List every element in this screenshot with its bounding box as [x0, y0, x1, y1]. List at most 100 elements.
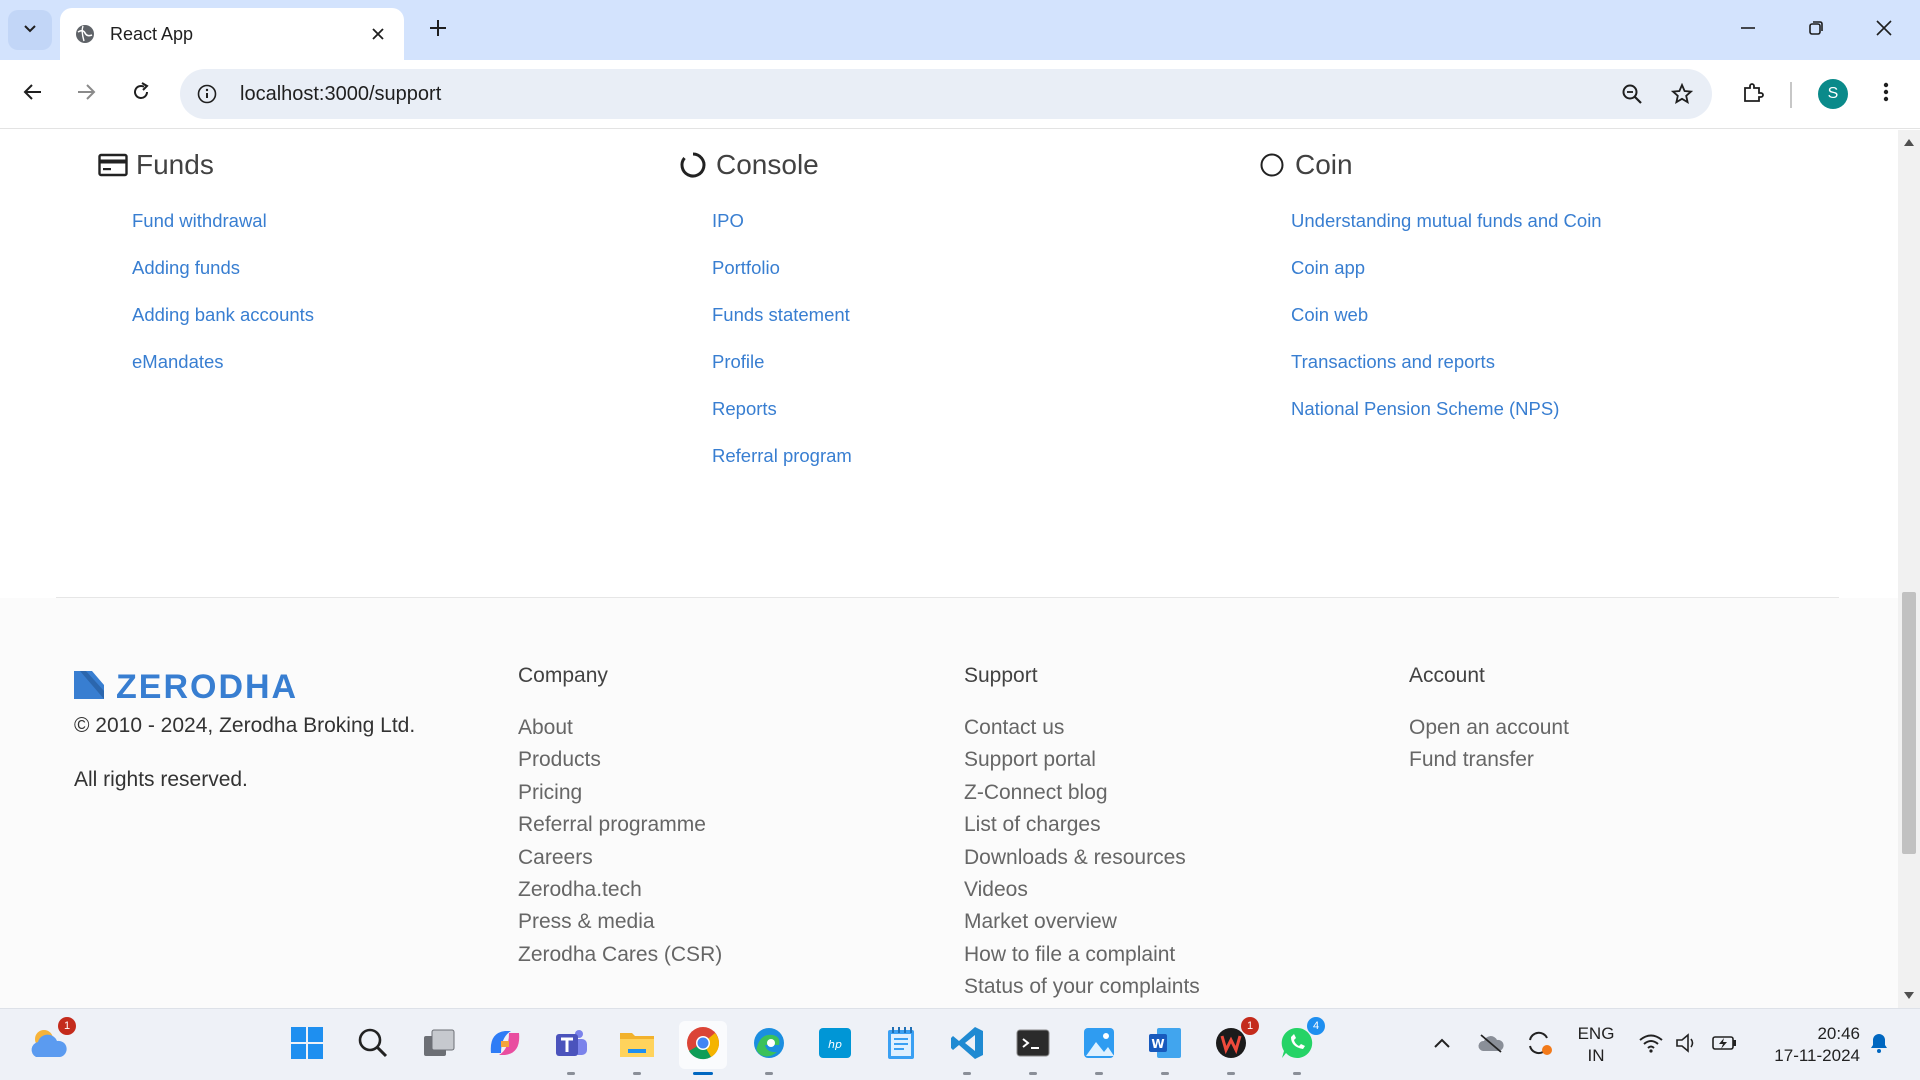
footer-link[interactable]: Support portal [964, 744, 1200, 776]
chrome-app[interactable] [679, 1021, 727, 1075]
wps-app[interactable]: 1 [1207, 1017, 1259, 1075]
coin-link[interactable]: Coin app [1291, 257, 1602, 304]
windows-taskbar: 1 hp W 1 4 ENG IN 20:46 17-11-2024 [0, 1008, 1920, 1080]
scrollbar-thumb[interactable] [1902, 592, 1916, 854]
funds-heading: Funds [98, 148, 214, 182]
address-bar[interactable]: localhost:3000/support [180, 69, 1712, 119]
running-indicator [1029, 1072, 1037, 1075]
edge-app[interactable] [745, 1021, 793, 1075]
zerodha-logo[interactable]: ZERODHA [74, 668, 298, 707]
word-icon: W [1147, 1025, 1183, 1066]
footer-link[interactable]: Careers [518, 842, 722, 874]
whatsapp-app[interactable]: 4 [1273, 1017, 1325, 1075]
coin-link[interactable]: Understanding mutual funds and Coin [1291, 210, 1602, 257]
forward-button[interactable] [66, 74, 106, 114]
vscode-app[interactable] [943, 1021, 991, 1075]
scroll-up-arrow-icon[interactable] [1903, 136, 1915, 148]
coin-link[interactable]: Coin web [1291, 304, 1602, 351]
copilot-app[interactable] [481, 1021, 529, 1069]
footer-link[interactable]: Status of your complaints [964, 971, 1200, 1003]
notepad-app[interactable] [877, 1021, 925, 1069]
terminal-app[interactable] [1009, 1021, 1057, 1075]
console-link[interactable]: Portfolio [712, 257, 852, 304]
system-clock[interactable]: 20:46 17-11-2024 [1754, 1023, 1860, 1067]
file-explorer-app[interactable] [613, 1021, 661, 1075]
footer-link[interactable]: Z-Connect blog [964, 777, 1200, 809]
footer-link[interactable]: Zerodha Cares (CSR) [518, 939, 722, 971]
puzzle-icon [1742, 81, 1764, 108]
svg-text:hp: hp [828, 1038, 842, 1051]
site-info-icon[interactable] [194, 81, 220, 107]
wps-badge: 1 [1241, 1017, 1259, 1035]
coin-link[interactable]: Transactions and reports [1291, 351, 1602, 398]
footer-link[interactable]: Open an account [1409, 712, 1569, 744]
chevron-up-icon [1433, 1036, 1451, 1054]
footer-link[interactable]: Press & media [518, 906, 722, 938]
footer-link[interactable]: Market overview [964, 906, 1200, 938]
word-app[interactable]: W [1141, 1021, 1189, 1075]
browser-menu-button[interactable] [1870, 74, 1902, 114]
scroll-down-arrow-icon[interactable] [1903, 990, 1915, 1002]
zoom-icon[interactable] [1612, 74, 1652, 114]
close-window-button[interactable] [1854, 8, 1914, 52]
onedrive-tray[interactable] [1474, 1009, 1508, 1080]
tab-title: React App [110, 23, 194, 44]
copilot-icon [487, 1027, 523, 1064]
footer-link[interactable]: Zerodha.tech [518, 874, 722, 906]
funds-link[interactable]: Adding funds [132, 257, 314, 304]
footer-link[interactable]: Fund transfer [1409, 744, 1569, 776]
funds-link[interactable]: Fund withdrawal [132, 210, 314, 257]
coin-link[interactable]: National Pension Scheme (NPS) [1291, 398, 1602, 445]
edge-icon [751, 1025, 787, 1066]
notifications-button[interactable] [1864, 1009, 1894, 1080]
weather-widget[interactable]: 1 [24, 1017, 76, 1069]
page-scrollbar[interactable] [1898, 130, 1920, 1008]
profile-avatar[interactable]: S [1818, 79, 1848, 109]
console-link[interactable]: IPO [712, 210, 852, 257]
new-tab-button[interactable] [420, 12, 456, 48]
footer-link[interactable]: Contact us [964, 712, 1200, 744]
browser-tab[interactable]: React App [60, 8, 404, 60]
back-button[interactable] [13, 74, 53, 114]
footer-link[interactable]: List of charges [964, 809, 1200, 841]
myhp-icon: hp [817, 1026, 853, 1065]
footer-column-heading: Account [1409, 664, 1485, 687]
myhp-app[interactable]: hp [811, 1021, 859, 1069]
taskbar-search-button[interactable] [349, 1021, 397, 1069]
toolbar-separator [1790, 82, 1792, 108]
console-link[interactable]: Profile [712, 351, 852, 398]
wifi-tray[interactable] [1636, 1009, 1666, 1080]
show-hidden-icons-button[interactable] [1426, 1009, 1458, 1080]
input-language[interactable]: ENG IN [1576, 1023, 1616, 1067]
minimize-button[interactable] [1718, 8, 1778, 52]
footer-link[interactable]: About [518, 712, 722, 744]
footer-link[interactable]: Videos [964, 874, 1200, 906]
url-text[interactable]: localhost:3000/support [240, 83, 1612, 106]
funds-link[interactable]: Adding bank accounts [132, 304, 314, 351]
volume-tray[interactable] [1672, 1009, 1702, 1080]
battery-charging-icon [1711, 1034, 1739, 1057]
footer-link[interactable]: Pricing [518, 777, 722, 809]
photos-app[interactable] [1075, 1021, 1123, 1075]
funds-link[interactable]: eMandates [132, 351, 314, 398]
console-link[interactable]: Reports [712, 398, 852, 445]
footer-link[interactable]: Products [518, 744, 722, 776]
start-button[interactable] [283, 1021, 331, 1069]
restore-button[interactable] [1786, 8, 1846, 52]
task-view-button[interactable] [415, 1021, 463, 1069]
speaker-icon [1675, 1032, 1699, 1058]
battery-tray[interactable] [1708, 1009, 1742, 1080]
tab-search-button[interactable] [8, 10, 52, 50]
bookmark-star-icon[interactable] [1662, 74, 1702, 114]
sync-tray[interactable] [1522, 1009, 1556, 1080]
close-tab-icon[interactable] [364, 20, 392, 48]
footer-link[interactable]: How to file a complaint [964, 939, 1200, 971]
console-link[interactable]: Funds statement [712, 304, 852, 351]
extensions-button[interactable] [1733, 74, 1773, 114]
footer-link[interactable]: Referral programme [518, 809, 722, 841]
console-link[interactable]: Referral program [712, 445, 852, 492]
teams-app[interactable] [547, 1021, 595, 1075]
reload-button[interactable] [121, 74, 161, 114]
footer-column-heading: Company [518, 664, 608, 687]
footer-link[interactable]: Downloads & resources [964, 842, 1200, 874]
